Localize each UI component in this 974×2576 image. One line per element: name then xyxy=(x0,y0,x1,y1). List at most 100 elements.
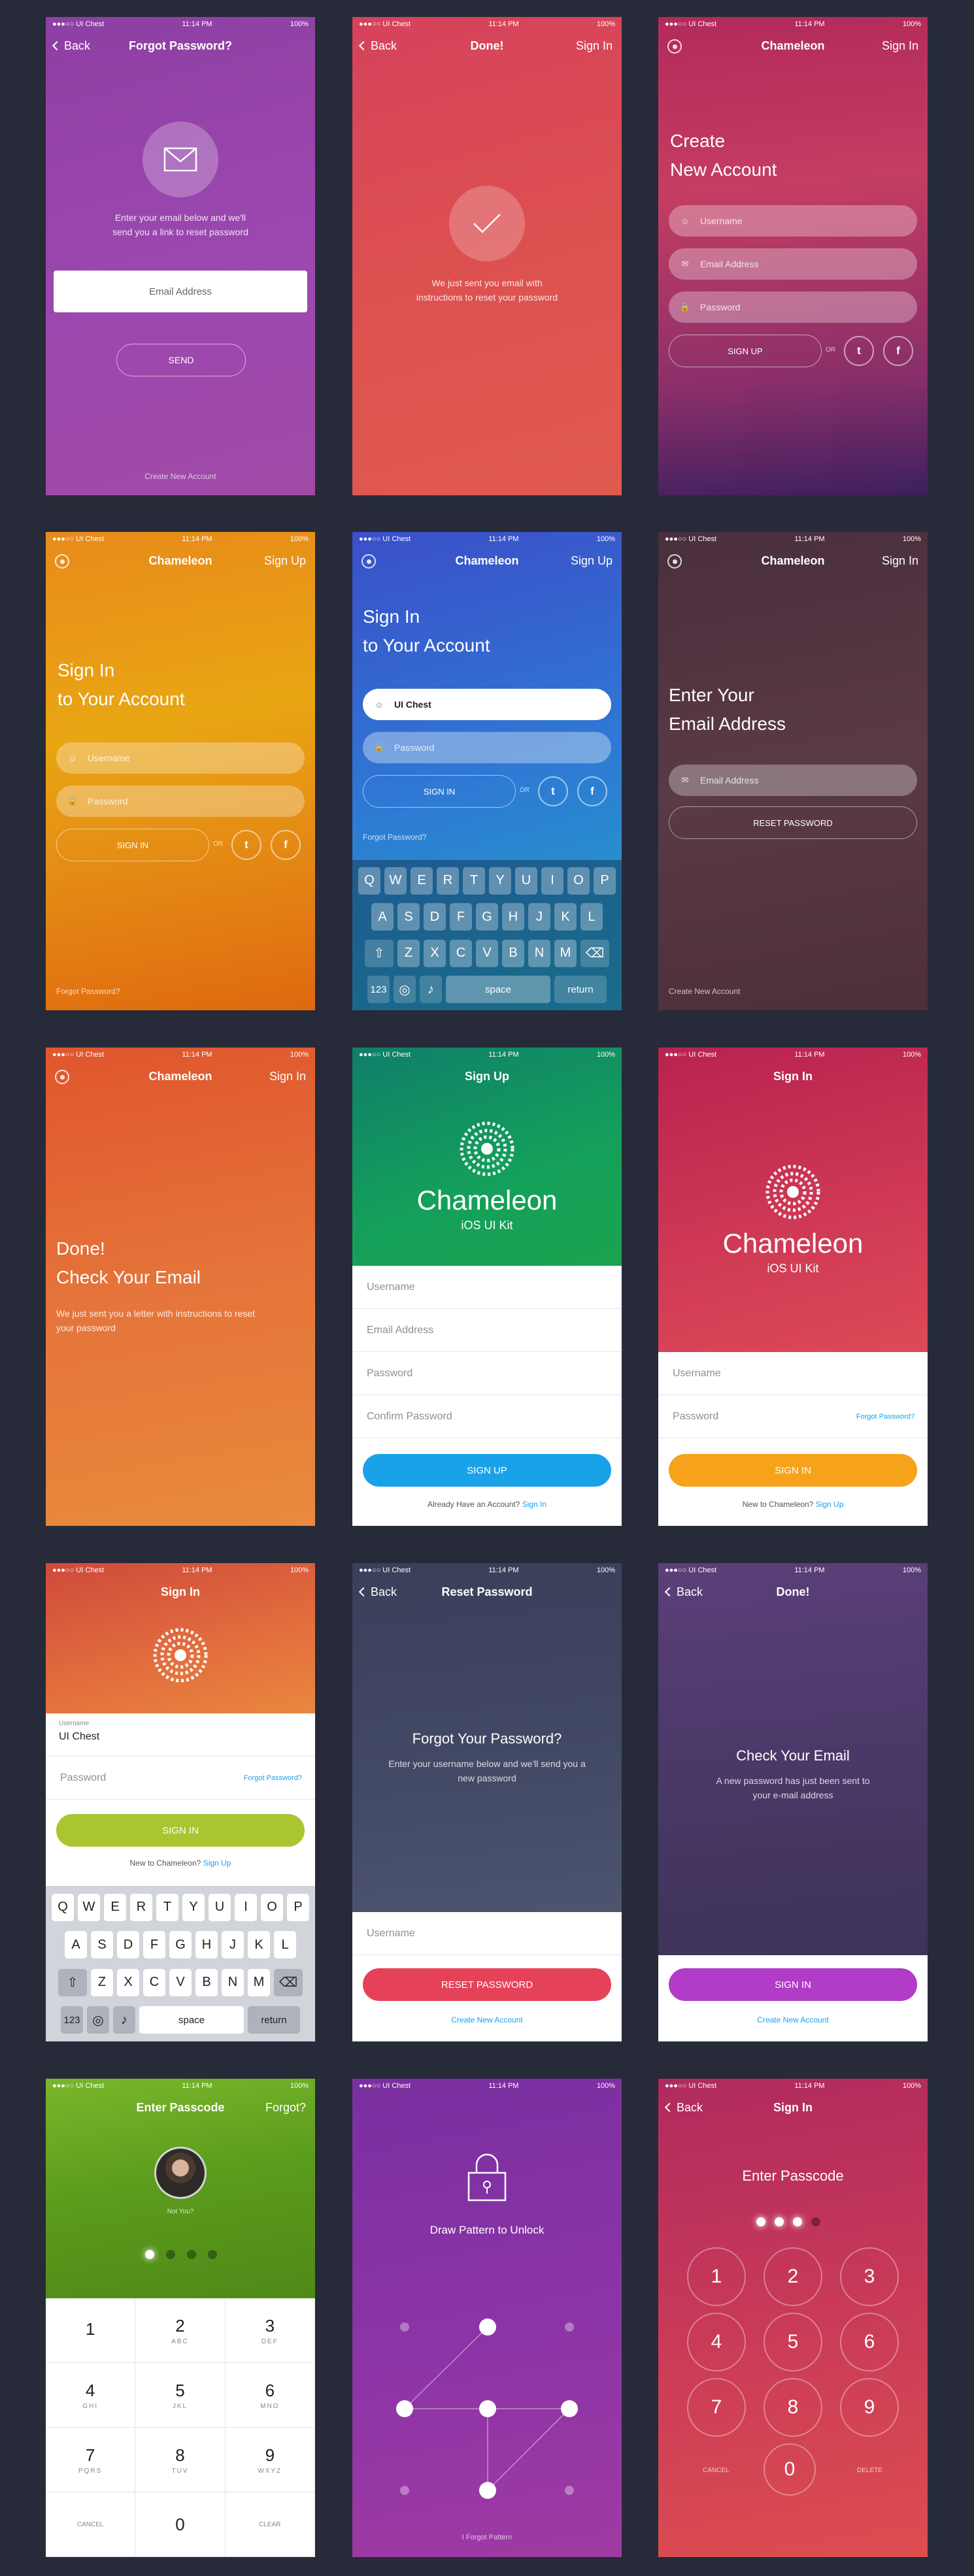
key[interactable]: L xyxy=(580,903,603,931)
numpad-key[interactable]: 8 TUV xyxy=(135,2428,226,2492)
sign-in-link[interactable]: Sign In xyxy=(882,546,918,575)
key[interactable]: B xyxy=(502,939,524,967)
digit-ring[interactable]: 1 xyxy=(687,2247,746,2306)
key[interactable]: I xyxy=(235,1893,257,1921)
confirm-password-field[interactable]: Confirm Password xyxy=(352,1395,622,1438)
space-key[interactable]: space xyxy=(446,976,550,1004)
reset-password-button[interactable]: RESET PASSWORD xyxy=(669,806,917,839)
globe-icon[interactable]: ◎ xyxy=(394,976,416,1004)
key[interactable]: D xyxy=(424,903,446,931)
back-button[interactable]: Back xyxy=(52,31,90,60)
create-account-link[interactable]: Create New Account xyxy=(658,2015,928,2024)
key[interactable]: R xyxy=(437,867,459,895)
numpad-key[interactable]: 5 JKL xyxy=(135,2363,226,2428)
email-input[interactable]: ✉ Email Address xyxy=(669,248,917,280)
key[interactable]: U xyxy=(209,1893,231,1921)
key[interactable]: O xyxy=(567,867,590,895)
key[interactable]: C xyxy=(143,1968,165,1996)
key[interactable]: N xyxy=(528,939,550,967)
forgot-link[interactable]: Forgot? xyxy=(265,2093,306,2122)
digit-ring[interactable]: 5 xyxy=(764,2313,822,2371)
key[interactable]: C xyxy=(450,939,472,967)
facebook-button[interactable]: f xyxy=(271,830,301,860)
cancel-key[interactable]: CANCEL xyxy=(46,2492,136,2557)
key[interactable]: K xyxy=(248,1931,270,1959)
sign-up-button[interactable]: SIGN UP xyxy=(363,1454,611,1487)
key[interactable]: G xyxy=(476,903,498,931)
password-input[interactable]: 🔒 Password xyxy=(56,785,305,817)
key[interactable]: J xyxy=(222,1931,244,1959)
sign-up-link[interactable]: Sign Up xyxy=(816,1500,844,1509)
password-field[interactable]: Password Forgot Password? xyxy=(658,1395,928,1438)
password-field[interactable]: Password Forgot Password? xyxy=(46,1757,315,1800)
key[interactable]: Q xyxy=(52,1893,74,1921)
key[interactable]: G xyxy=(169,1931,192,1959)
key[interactable]: T xyxy=(156,1893,178,1921)
key[interactable]: I xyxy=(541,867,563,895)
key[interactable]: H xyxy=(195,1931,218,1959)
key[interactable]: E xyxy=(104,1893,126,1921)
not-you-link[interactable]: Not You? xyxy=(46,2208,315,2215)
key[interactable]: M xyxy=(554,939,577,967)
numpad-key[interactable]: 3 DEF xyxy=(225,2298,315,2363)
key[interactable]: H xyxy=(502,903,524,931)
delete-button[interactable]: DELETE xyxy=(857,2467,882,2474)
key[interactable]: Z xyxy=(397,939,420,967)
numpad-key[interactable]: 1 xyxy=(46,2298,136,2363)
digit-ring[interactable]: 2 xyxy=(764,2247,822,2306)
key[interactable]: R xyxy=(130,1893,152,1921)
pattern-grid[interactable] xyxy=(352,2262,622,2523)
key[interactable]: F xyxy=(143,1931,165,1959)
sign-in-link[interactable]: Sign In xyxy=(882,31,918,60)
sign-up-button[interactable]: SIGN UP xyxy=(669,335,822,367)
sign-up-link[interactable]: Sign Up xyxy=(571,546,613,575)
key[interactable]: W xyxy=(78,1893,100,1921)
numpad-key[interactable]: 2 ABC xyxy=(135,2298,226,2363)
username-input[interactable]: ☺ UI Chest xyxy=(363,689,611,720)
digit-ring[interactable]: 7 xyxy=(687,2378,746,2437)
shift-icon[interactable]: ⇧ xyxy=(58,1968,87,1996)
key[interactable]: B xyxy=(195,1968,218,1996)
key[interactable]: D xyxy=(117,1931,139,1959)
sign-up-link[interactable]: Sign Up xyxy=(264,546,306,575)
key[interactable]: N xyxy=(222,1968,244,1996)
space-key[interactable]: space xyxy=(139,2006,244,2034)
email-input[interactable]: Email Address xyxy=(54,271,307,312)
password-input[interactable]: 🔒 Password xyxy=(669,291,917,323)
digit-ring[interactable]: 4 xyxy=(687,2313,746,2371)
facebook-button[interactable]: f xyxy=(577,776,607,806)
digit-ring[interactable]: 9 xyxy=(840,2378,899,2437)
sign-in-button[interactable]: SIGN IN xyxy=(56,1814,305,1847)
forgot-password-link[interactable]: Forgot Password? xyxy=(244,1774,302,1782)
back-button[interactable]: Back xyxy=(358,31,397,60)
key[interactable]: U xyxy=(515,867,537,895)
digit-ring[interactable]: 3 xyxy=(840,2247,899,2306)
key[interactable]: S xyxy=(397,903,420,931)
password-field[interactable]: Password xyxy=(352,1352,622,1395)
key[interactable]: X xyxy=(117,1968,139,1996)
username-field[interactable]: Username xyxy=(352,1266,622,1309)
key[interactable]: A xyxy=(371,903,394,931)
username-input[interactable]: ☺ Username xyxy=(56,742,305,774)
key[interactable]: Y xyxy=(182,1893,205,1921)
back-button[interactable]: Back xyxy=(664,2093,703,2122)
key[interactable]: P xyxy=(594,867,616,895)
twitter-button[interactable]: t xyxy=(538,776,568,806)
microphone-icon[interactable]: ♪ xyxy=(420,976,442,1004)
forgot-pattern-link[interactable]: I Forgot Pattern xyxy=(352,2534,622,2541)
create-account-link[interactable]: Create New Account xyxy=(669,987,740,996)
digit-ring[interactable]: 6 xyxy=(840,2313,899,2371)
facebook-button[interactable]: f xyxy=(883,336,913,366)
twitter-button[interactable]: t xyxy=(844,336,874,366)
shift-icon[interactable]: ⇧ xyxy=(365,939,394,967)
username-field[interactable]: Username UI Chest xyxy=(46,1713,315,1757)
digit-ring[interactable]: 0 xyxy=(764,2443,816,2496)
forgot-password-link[interactable]: Forgot Password? xyxy=(856,1413,915,1421)
create-account-link[interactable]: Create New Account xyxy=(352,2015,622,2024)
forgot-password-link[interactable]: Forgot Password? xyxy=(363,833,426,842)
forgot-password-link[interactable]: Forgot Password? xyxy=(56,987,120,996)
key[interactable]: V xyxy=(169,1968,192,1996)
sign-in-link[interactable]: Sign In xyxy=(576,31,613,60)
back-button[interactable]: Back xyxy=(358,1577,397,1606)
numpad-key[interactable]: 7 PQRS xyxy=(46,2428,136,2492)
